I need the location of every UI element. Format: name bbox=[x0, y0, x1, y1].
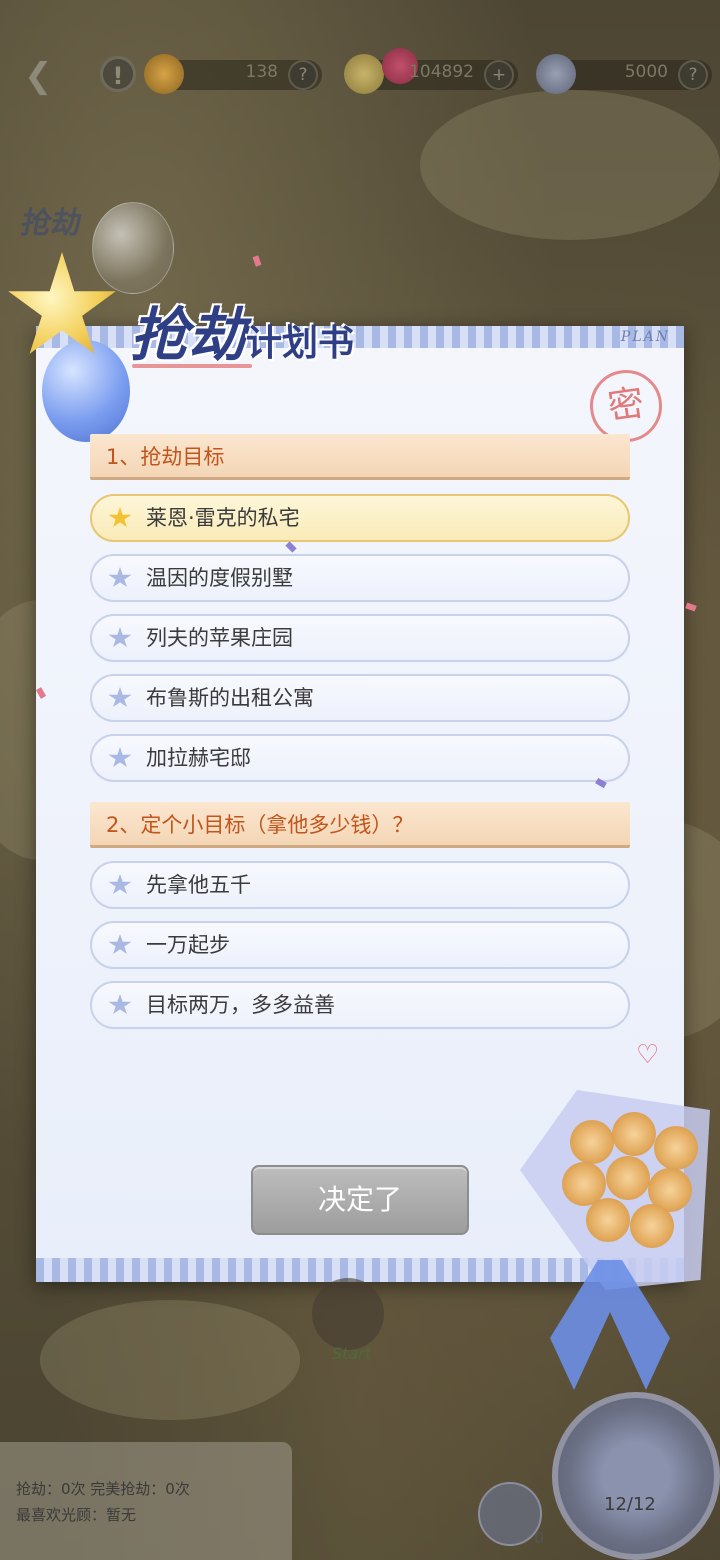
option-target-2[interactable]: 温因的度假别墅 bbox=[90, 554, 630, 602]
option-target-4[interactable]: 布鲁斯的出租公寓 bbox=[90, 674, 630, 722]
resource-coin: 104892 + bbox=[344, 48, 518, 94]
title-sub: 计划书 bbox=[246, 322, 355, 364]
heart-icon: ♡ bbox=[636, 1040, 660, 1070]
gem-count: 138 bbox=[245, 62, 278, 82]
coin-icon bbox=[344, 54, 384, 94]
robbery-stats: 抢劫：0次 完美抢劫：0次 bbox=[16, 1480, 190, 1498]
option-label: 目标两万，多多益善 bbox=[146, 993, 335, 1017]
option-target-5[interactable]: 加拉赫宅邸 bbox=[90, 734, 630, 782]
star-icon bbox=[108, 934, 132, 955]
option-label: 布鲁斯的出租公寓 bbox=[146, 686, 314, 710]
back-arrow-icon[interactable]: ❮ bbox=[24, 58, 64, 94]
title-main: 抢劫 bbox=[130, 301, 247, 369]
decide-button[interactable]: 决定了 bbox=[251, 1165, 469, 1235]
coin-add-button[interactable]: + bbox=[484, 60, 514, 90]
star-icon bbox=[108, 687, 132, 708]
energy-icon bbox=[536, 54, 576, 94]
player-avatar[interactable] bbox=[312, 1278, 384, 1350]
card-title: 抢劫计划书 bbox=[130, 288, 354, 372]
alert-icon[interactable]: ! bbox=[100, 56, 136, 92]
stats-panel: 抢劫：0次 完美抢劫：0次 最喜欢光顾：暂无 bbox=[0, 1442, 292, 1560]
plan-sticker: 抢劫 bbox=[18, 206, 85, 241]
star-icon bbox=[108, 747, 132, 768]
option-amount-1[interactable]: 先拿他五千 bbox=[90, 861, 630, 909]
feather-count: 0 bbox=[534, 1528, 545, 1547]
option-label: 温因的度假别墅 bbox=[146, 566, 293, 590]
option-label: 列夫的苹果庄园 bbox=[146, 626, 293, 650]
option-amount-2[interactable]: 一万起步 bbox=[90, 921, 630, 969]
favorite-target: 最喜欢光顾：暂无 bbox=[16, 1506, 137, 1524]
progress-badge[interactable] bbox=[552, 1392, 720, 1560]
gem-icon bbox=[144, 54, 184, 94]
resource-energy: 5000 ? bbox=[536, 54, 712, 94]
star-icon bbox=[108, 994, 132, 1015]
rose-bouquet-icon bbox=[520, 1070, 720, 1390]
plan-label: PLAN bbox=[620, 329, 670, 345]
blue-balloon-icon bbox=[42, 340, 130, 442]
option-label: 加拉赫宅邸 bbox=[146, 746, 251, 770]
clear-balloon-icon bbox=[92, 202, 174, 294]
energy-help-button[interactable]: ? bbox=[678, 60, 708, 90]
star-icon bbox=[108, 567, 132, 588]
gem-help-button[interactable]: ? bbox=[288, 60, 318, 90]
option-target-1[interactable]: 莱恩·雷克的私宅 bbox=[90, 494, 630, 542]
star-icon bbox=[108, 507, 132, 528]
resource-gem: 138 ? bbox=[144, 54, 322, 94]
top-bar: ❮ ! 138 ? 104892 + 5000 ? bbox=[0, 48, 720, 104]
energy-count: 5000 bbox=[624, 62, 668, 82]
option-label: 先拿他五千 bbox=[146, 873, 251, 897]
section-header-amount: 2、定个小目标（拿他多少钱）？ bbox=[90, 802, 630, 848]
option-amount-3[interactable]: 目标两万，多多益善 bbox=[90, 981, 630, 1029]
star-icon bbox=[108, 627, 132, 648]
feather-icon[interactable] bbox=[478, 1482, 542, 1546]
option-label: 莱恩·雷克的私宅 bbox=[146, 506, 300, 530]
option-label: 一万起步 bbox=[146, 933, 230, 957]
section-header-target: 1、抢劫目标 bbox=[90, 434, 630, 480]
option-target-3[interactable]: 列夫的苹果庄园 bbox=[90, 614, 630, 662]
start-label: Start bbox=[332, 1344, 372, 1363]
coin-count: 104892 bbox=[409, 62, 474, 82]
progress-count: 12/12 bbox=[604, 1494, 656, 1515]
star-icon bbox=[108, 874, 132, 895]
title-underline bbox=[132, 364, 252, 368]
